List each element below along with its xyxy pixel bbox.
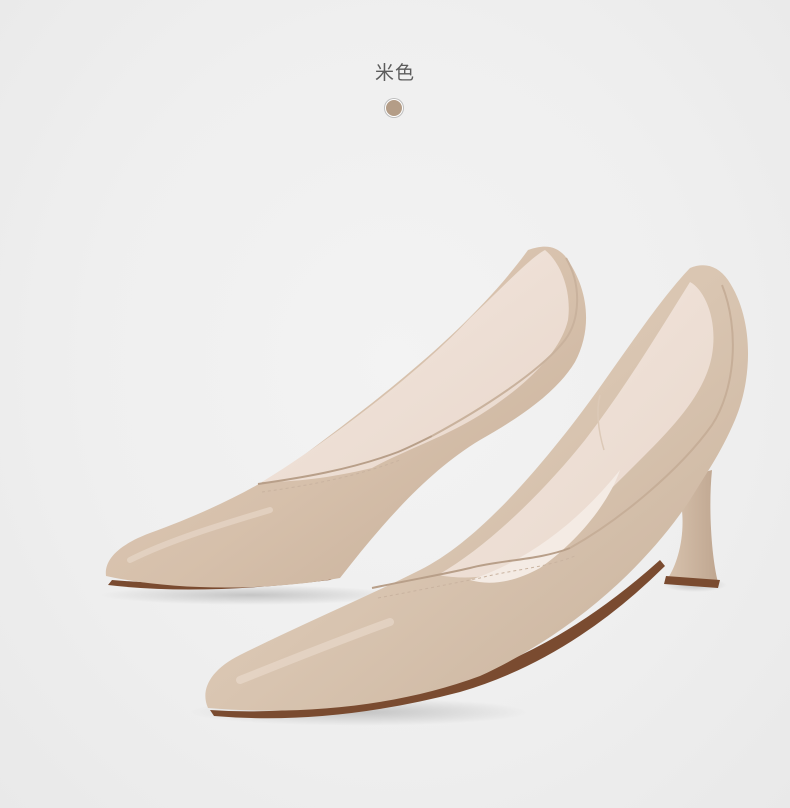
product-color-page: 米色 (0, 0, 790, 808)
back-shoe-lining (262, 250, 569, 482)
product-photo (100, 246, 749, 726)
